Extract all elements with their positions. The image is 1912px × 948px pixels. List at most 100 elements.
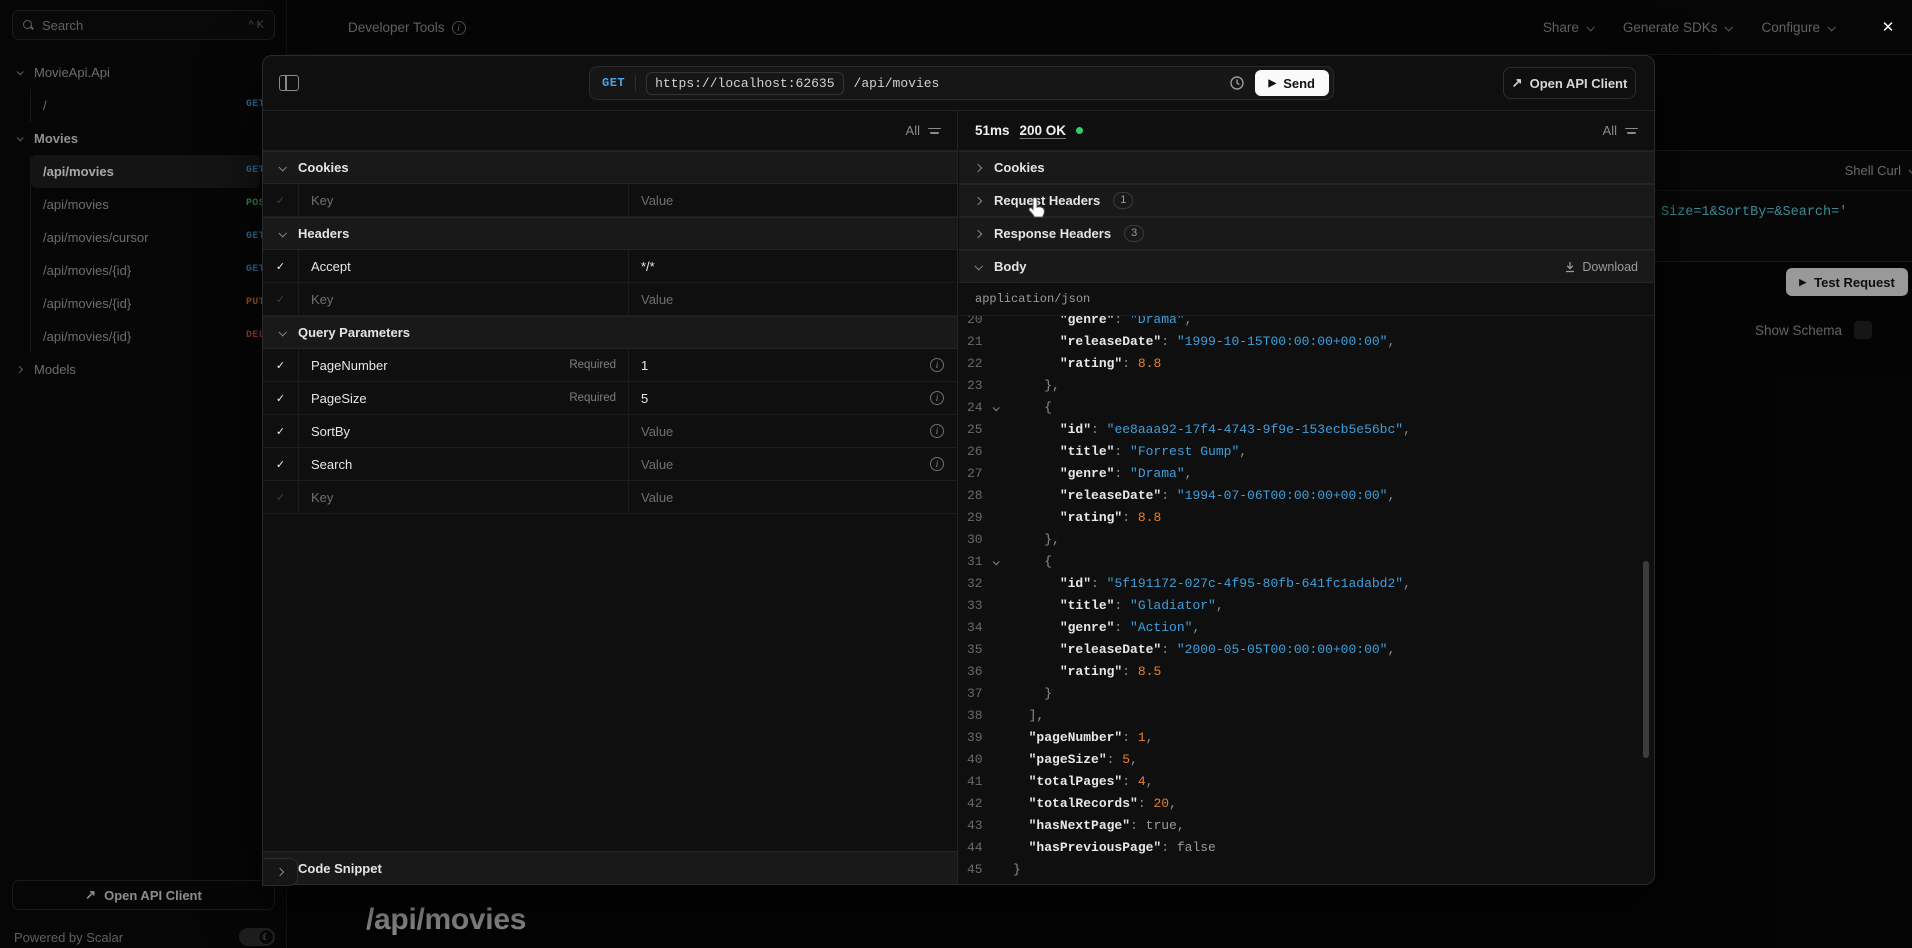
info-icon[interactable]: i xyxy=(930,424,944,438)
fold-toggle[interactable] xyxy=(993,397,1013,419)
fold-gutter xyxy=(993,485,1013,507)
code-line: 20 "genre": "Drama", xyxy=(959,316,1654,331)
line-number: 27 xyxy=(959,463,993,485)
token: , xyxy=(1185,316,1193,327)
row-checkbox[interactable]: ✓ xyxy=(263,448,299,480)
fold-toggle[interactable] xyxy=(993,551,1013,573)
token: "1999-10-15T00:00:00+00:00" xyxy=(1177,334,1388,349)
value-field[interactable]: Valuei xyxy=(629,448,957,480)
expand-sidebar-tab[interactable] xyxy=(262,858,298,886)
send-button[interactable]: ▶ Send xyxy=(1255,70,1330,96)
key-field[interactable]: Search xyxy=(299,448,629,480)
fold-gutter xyxy=(993,331,1013,353)
fold-gutter xyxy=(993,793,1013,815)
row-checkbox[interactable]: ✓ xyxy=(263,415,299,447)
value-field[interactable]: 5i xyxy=(629,382,957,414)
response-section-cookies[interactable]: Cookies xyxy=(959,151,1654,184)
section-headers[interactable]: Headers xyxy=(263,217,957,250)
scrollbar-thumb[interactable] xyxy=(1643,561,1649,758)
response-section-response-headers[interactable]: Response Headers3 xyxy=(959,217,1654,250)
line-number: 37 xyxy=(959,683,993,705)
code-text: "releaseDate": "1999-10-15T00:00:00+00:0… xyxy=(1013,331,1395,353)
value-field[interactable]: Value xyxy=(629,481,957,513)
row-checkbox[interactable]: ✓ xyxy=(263,481,299,513)
token: 8.8 xyxy=(1138,510,1161,525)
sidebar-toggle-icon[interactable] xyxy=(279,75,299,91)
response-section-request-headers[interactable]: Request Headers1 xyxy=(959,184,1654,217)
token: "rating" xyxy=(1060,356,1122,371)
key-field[interactable]: Key xyxy=(299,283,629,315)
code-line: 38 ], xyxy=(959,705,1654,727)
required-label: Required xyxy=(569,359,616,371)
open-api-client-button[interactable]: ↗ Open API Client xyxy=(1503,67,1636,99)
key-field[interactable]: PageSizeRequired xyxy=(299,382,629,414)
value-field[interactable]: Value xyxy=(629,283,957,315)
row-checkbox[interactable]: ✓ xyxy=(263,250,299,282)
response-panel: 51ms 200 OK All CookiesRequest Headers1R… xyxy=(959,111,1654,884)
value-text: Value xyxy=(641,193,673,208)
row-checkbox[interactable]: ✓ xyxy=(263,184,299,216)
key-field[interactable]: PageNumberRequired xyxy=(299,349,629,381)
info-icon[interactable]: i xyxy=(930,457,944,471)
close-button[interactable]: ✕ xyxy=(1876,16,1900,40)
value-field[interactable]: */* xyxy=(629,250,957,282)
token: , xyxy=(1130,752,1138,767)
path-field[interactable]: /api/movies xyxy=(854,76,940,91)
info-icon[interactable]: i xyxy=(930,358,944,372)
token xyxy=(1013,356,1060,371)
fold-gutter xyxy=(993,595,1013,617)
token: : xyxy=(1130,818,1146,833)
info-icon[interactable]: i xyxy=(930,391,944,405)
key-field[interactable]: Accept xyxy=(299,250,629,282)
kv-row: ✓Key Value xyxy=(263,184,957,217)
code-text: { xyxy=(1013,551,1052,573)
token: } xyxy=(1013,862,1021,877)
row-checkbox[interactable]: ✓ xyxy=(263,349,299,381)
key-field[interactable]: Key xyxy=(299,481,629,513)
code-text: "title": "Gladiator", xyxy=(1013,595,1224,617)
line-number: 28 xyxy=(959,485,993,507)
line-number: 34 xyxy=(959,617,993,639)
value-field[interactable]: 1i xyxy=(629,349,957,381)
code-line: 43 "hasNextPage": true, xyxy=(959,815,1654,837)
chevron-down-icon xyxy=(993,404,1000,411)
token xyxy=(1013,664,1060,679)
fold-gutter xyxy=(993,529,1013,551)
code-line: 39 "pageNumber": 1, xyxy=(959,727,1654,749)
line-number: 40 xyxy=(959,749,993,771)
response-filter[interactable]: All xyxy=(1603,123,1638,138)
token: : xyxy=(1122,510,1138,525)
key-field[interactable]: Key xyxy=(299,184,629,216)
value-field[interactable]: Value xyxy=(629,184,957,216)
chevron-right-icon xyxy=(974,163,982,171)
row-checkbox[interactable]: ✓ xyxy=(263,283,299,315)
download-button[interactable]: Download xyxy=(1564,260,1638,274)
token xyxy=(1013,576,1060,591)
line-number: 45 xyxy=(959,859,993,881)
code-text: } xyxy=(1013,859,1021,881)
section-label: Response Headers xyxy=(994,226,1111,241)
section-query-parameters[interactable]: Query Parameters xyxy=(263,316,957,349)
token: "genre" xyxy=(1060,316,1115,327)
history-icon[interactable] xyxy=(1229,75,1245,91)
token: true xyxy=(1146,818,1177,833)
code-text: { xyxy=(1013,397,1052,419)
section-cookies[interactable]: Cookies xyxy=(263,151,957,184)
kv-row: ✓Accept*/* xyxy=(263,250,957,283)
response-section-body[interactable]: BodyDownload xyxy=(959,250,1654,283)
base-url-field[interactable]: https://localhost:62635 xyxy=(646,72,843,95)
token: , xyxy=(1387,488,1395,503)
kv-row: ✓KeyValue xyxy=(263,283,957,316)
token: "pageNumber" xyxy=(1029,730,1123,745)
token: "title" xyxy=(1060,444,1115,459)
response-duration: 51ms xyxy=(975,123,1010,138)
status-badge[interactable]: 200 OK xyxy=(1020,123,1067,138)
code-snippet-section[interactable]: Code Snippet xyxy=(263,851,957,884)
row-checkbox[interactable]: ✓ xyxy=(263,382,299,414)
line-number: 32 xyxy=(959,573,993,595)
code-line: 26 "title": "Forrest Gump", xyxy=(959,441,1654,463)
request-filter[interactable]: All xyxy=(263,111,957,151)
value-field[interactable]: Valuei xyxy=(629,415,957,447)
key-field[interactable]: SortBy xyxy=(299,415,629,447)
token: "5f191172-027c-4f95-80fb-641fc1adabd2" xyxy=(1107,576,1403,591)
